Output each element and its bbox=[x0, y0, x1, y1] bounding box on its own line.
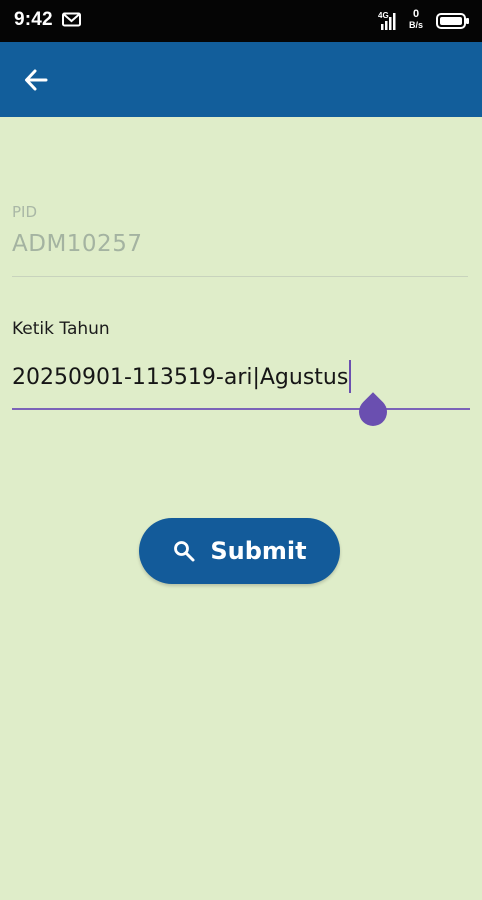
status-bar: 9:42 4G 0 B/s bbox=[0, 0, 482, 42]
app-bar bbox=[0, 42, 482, 117]
status-time: 9:42 bbox=[14, 9, 53, 30]
year-input[interactable]: 20250901-113519-ari|Agustus bbox=[12, 360, 470, 432]
pid-value: ADM10257 bbox=[12, 231, 143, 257]
submit-button[interactable]: Submit bbox=[139, 518, 340, 584]
gmail-icon bbox=[62, 12, 81, 27]
text-caret bbox=[349, 360, 352, 393]
arrow-left-icon bbox=[25, 69, 48, 91]
search-icon bbox=[174, 541, 195, 562]
svg-text:4G: 4G bbox=[378, 11, 389, 20]
submit-label: Submit bbox=[210, 537, 307, 565]
cursor-handle[interactable] bbox=[353, 392, 393, 432]
battery-icon bbox=[436, 13, 469, 29]
network-speed-unit: B/s bbox=[408, 20, 423, 30]
network-speed-value: 0 bbox=[412, 8, 420, 20]
pid-divider bbox=[12, 276, 468, 277]
year-input-underline bbox=[12, 408, 470, 410]
pid-label: PID bbox=[12, 203, 38, 221]
signal-icon: 4G bbox=[378, 11, 396, 30]
back-button[interactable] bbox=[18, 62, 54, 98]
year-input-value: 20250901-113519-ari|Agustus bbox=[12, 365, 349, 390]
year-field-label: Ketik Tahun bbox=[12, 319, 110, 339]
network-speed: 0 B/s bbox=[404, 9, 428, 31]
